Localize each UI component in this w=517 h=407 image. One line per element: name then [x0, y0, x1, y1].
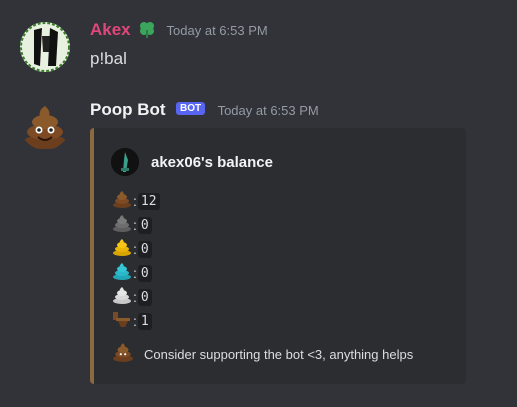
brown-poop-icon [112, 190, 132, 213]
timestamp: Today at 6:53 PM [166, 23, 268, 38]
balance-row-brown: : 12 [112, 190, 160, 212]
embed-author-name: akex06's balance [151, 153, 273, 171]
embed-footer-text: Consider supporting the bot <3, anything… [144, 347, 414, 362]
message-content: p!bal [90, 49, 127, 68]
balance-row-toilet: : 1 [112, 310, 152, 332]
balance-colon: : [133, 265, 137, 281]
balance-embed: akex06's balance : 12 : 0 : 0: 0: 0: … [90, 128, 466, 384]
balance-value: 0 [137, 264, 152, 282]
balance-colon: : [133, 289, 137, 305]
avatar-akex[interactable] [20, 22, 70, 72]
avatar-poop-bot[interactable] [20, 100, 70, 150]
embed-footer: Consider supporting the bot <3, anything… [112, 342, 413, 367]
balance-colon: : [133, 241, 137, 257]
balance-value: 1 [137, 312, 152, 330]
username-akex[interactable]: Akex [90, 20, 131, 40]
balance-value: 12 [137, 192, 160, 210]
clover-icon [137, 20, 157, 43]
toilet-icon [112, 310, 132, 333]
gold-poop-icon [112, 238, 132, 261]
cyan-poop-icon [112, 262, 132, 285]
gray-poop-icon [112, 214, 132, 237]
brown-poop-icon [112, 342, 134, 367]
balance-colon: : [133, 217, 137, 233]
author-avatar [111, 148, 139, 176]
balance-row-gray: : 0 [112, 214, 152, 236]
embed-author: akex06's balance [111, 148, 273, 176]
balance-value: 0 [137, 216, 152, 234]
bot-badge: BOT [176, 102, 206, 115]
timestamp: Today at 6:53 PM [217, 103, 319, 118]
balance-colon: : [133, 313, 137, 329]
balance-row-cyan: : 0 [112, 262, 152, 284]
balance-row-gold: : 0 [112, 238, 152, 260]
username-poop-bot[interactable]: Poop Bot [90, 100, 166, 120]
balance-value: 0 [137, 240, 152, 258]
balance-row-white: : 0 [112, 286, 152, 308]
balance-colon: : [133, 193, 137, 209]
white-poop-icon [112, 286, 132, 309]
balance-value: 0 [137, 288, 152, 306]
